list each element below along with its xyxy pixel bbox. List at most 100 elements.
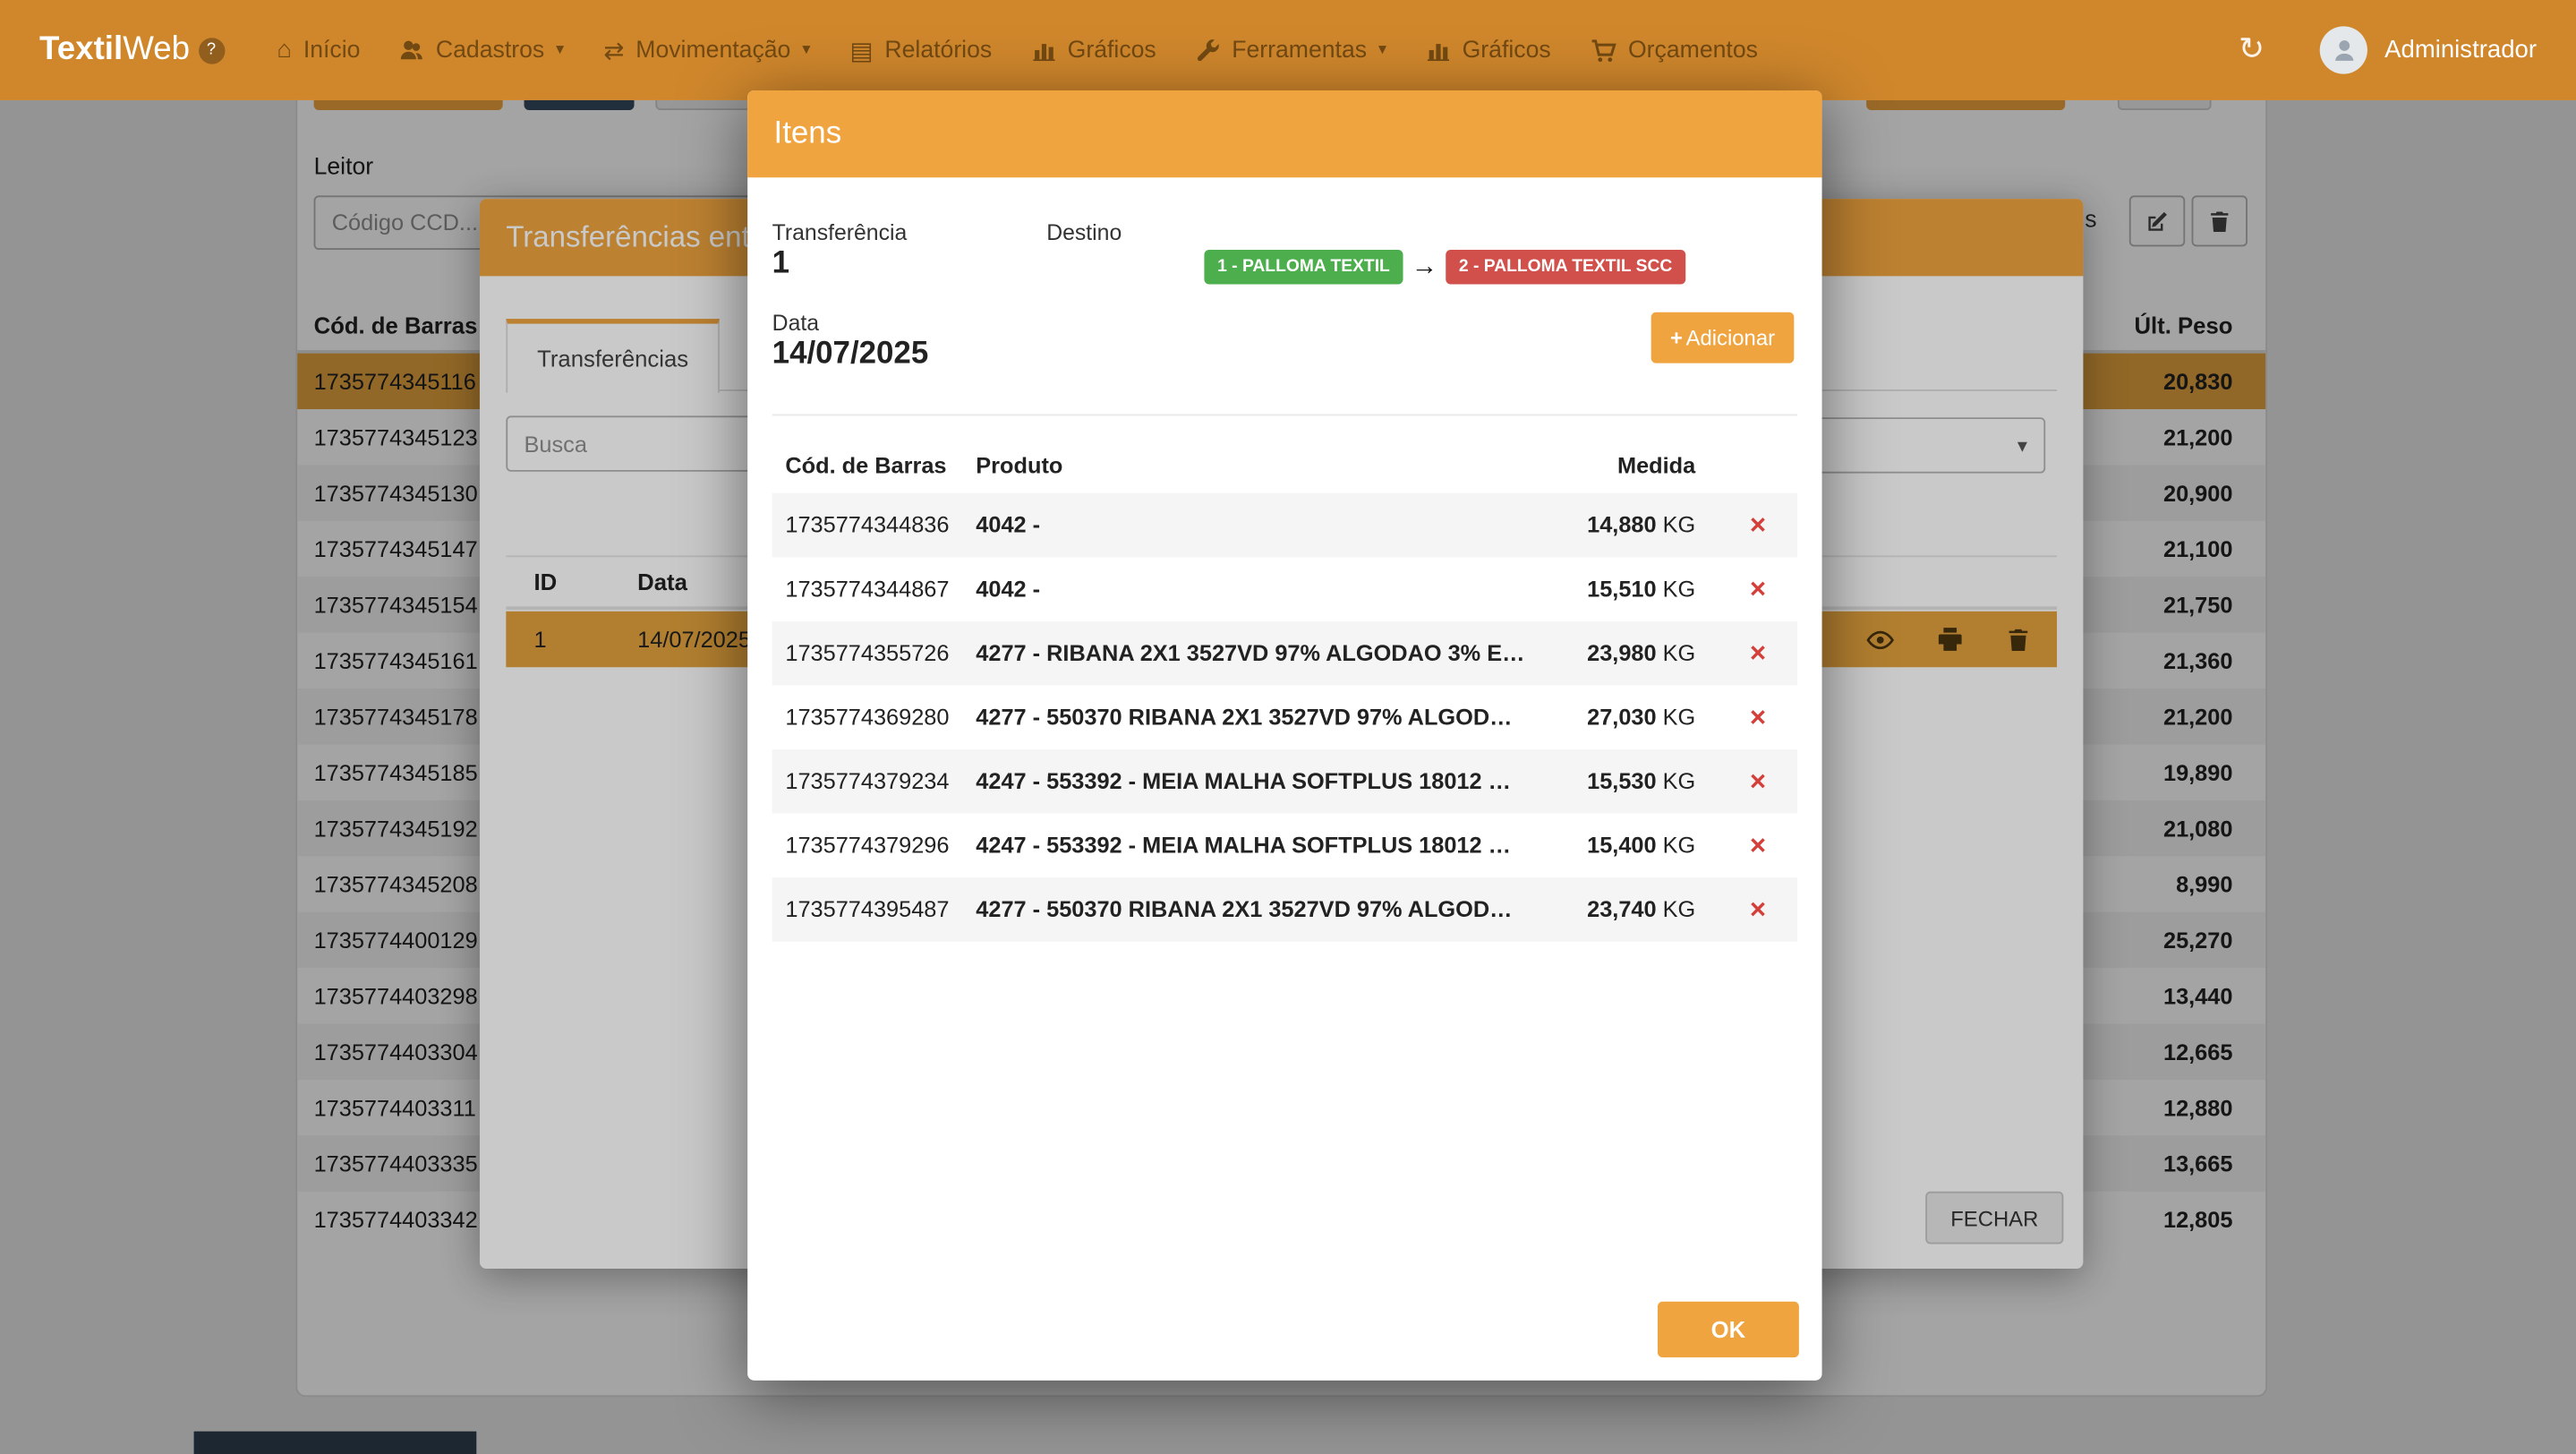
- item-measure: 23,740 KG: [1534, 897, 1719, 922]
- nav-label: Orçamentos: [1628, 37, 1758, 63]
- exchange-icon: ⇄: [603, 35, 624, 64]
- item-actions: ×: [1719, 832, 1797, 860]
- remove-item-button[interactable]: ×: [1750, 637, 1766, 669]
- nav-ferramentas[interactable]: Ferramentas ▾: [1176, 0, 1406, 100]
- origin-badge: 1 - PALLOMA TEXTIL: [1204, 250, 1403, 285]
- nav-label: Gráficos: [1463, 37, 1551, 63]
- brand-bold: Textil: [39, 31, 123, 69]
- item-actions: ×: [1719, 575, 1797, 603]
- item-measure: 23,980 KG: [1534, 641, 1719, 666]
- brand-light: Web: [123, 31, 190, 69]
- item-actions: ×: [1719, 895, 1797, 923]
- item-actions: ×: [1719, 511, 1797, 539]
- nav-orcamentos[interactable]: Orçamentos: [1571, 0, 1778, 100]
- nav-items: ⌂ Início Cadastros ▾ ⇄ Movimentação ▾ ▤ …: [257, 0, 1778, 100]
- item-product: 4247 - 553392 - MEIA MALHA SOFTPLUS 1801…: [976, 834, 1534, 859]
- refresh-icon[interactable]: ↻: [2239, 31, 2265, 69]
- itens-table-body: 17357743448364042 -14,880 KG×17357743448…: [772, 493, 1797, 942]
- item-product: 4277 - RIBANA 2X1 3527VD 97% ALGODAO 3% …: [976, 641, 1534, 666]
- divider: [772, 415, 1797, 416]
- nav-movimentacao[interactable]: ⇄ Movimentação ▾: [584, 0, 830, 100]
- col-cod-barras: Cód. de Barras: [772, 454, 977, 479]
- nav-cadastros[interactable]: Cadastros ▾: [380, 0, 584, 100]
- transfer-route: 1 - PALLOMA TEXTIL → 2 - PALLOMA TEXTIL …: [1204, 250, 1685, 285]
- item-row: 17357743792964247 - 553392 - MEIA MALHA …: [772, 814, 1797, 878]
- item-product: 4277 - 550370 RIBANA 2X1 3527VD 97% ALGO…: [976, 705, 1534, 730]
- nav-graficos-2[interactable]: Gráficos: [1406, 0, 1571, 100]
- item-row: 17357743557264277 - RIBANA 2X1 3527VD 97…: [772, 621, 1797, 686]
- caret-down-icon: ▾: [1378, 41, 1386, 59]
- remove-item-button[interactable]: ×: [1750, 830, 1766, 861]
- nav-label: Início: [303, 37, 361, 63]
- user-icon: [2331, 37, 2357, 63]
- item-row: 17357743792344247 - 553392 - MEIA MALHA …: [772, 749, 1797, 814]
- remove-item-button[interactable]: ×: [1750, 702, 1766, 733]
- caret-down-icon: ▾: [802, 41, 810, 59]
- item-actions: ×: [1719, 767, 1797, 795]
- wrench-icon: [1196, 38, 1221, 63]
- help-icon[interactable]: ?: [198, 37, 224, 63]
- item-barcode: 1735774369280: [772, 705, 977, 730]
- brand-logo[interactable]: TextilWeb ?: [39, 31, 225, 69]
- itens-modal: Itens Transferência 1 Destino 1 - PALLOM…: [747, 90, 1821, 1381]
- remove-item-button[interactable]: ×: [1750, 509, 1766, 541]
- nav-label: Cadastros: [436, 37, 544, 63]
- report-icon: ▤: [849, 35, 873, 64]
- nav-right: ↻ Administrador: [2239, 26, 2537, 73]
- item-row: 17357743692804277 - 550370 RIBANA 2X1 35…: [772, 685, 1797, 749]
- home-icon: ⌂: [277, 36, 292, 64]
- adicionar-button[interactable]: +Adicionar: [1651, 312, 1795, 364]
- nav-label: Relatórios: [884, 37, 992, 63]
- remove-item-button[interactable]: ×: [1750, 894, 1766, 926]
- item-product: 4042 -: [976, 513, 1534, 538]
- item-measure: 27,030 KG: [1534, 705, 1719, 730]
- data-label: Data: [772, 311, 819, 336]
- item-row: 17357743954874277 - 550370 RIBANA 2X1 35…: [772, 877, 1797, 942]
- nav-inicio[interactable]: ⌂ Início: [257, 0, 380, 100]
- nav-graficos-1[interactable]: Gráficos: [1011, 0, 1176, 100]
- item-barcode: 1735774344836: [772, 513, 977, 538]
- destination-badge: 2 - PALLOMA TEXTIL SCC: [1446, 250, 1685, 285]
- itens-table-header: Cód. de Barras Produto Medida: [772, 439, 1797, 493]
- item-measure: 14,880 KG: [1534, 513, 1719, 538]
- bar-chart-icon: [1426, 38, 1451, 63]
- item-measure: 15,400 KG: [1534, 834, 1719, 859]
- item-row: 17357743448364042 -14,880 KG ×: [772, 493, 1797, 558]
- plus-icon: +: [1670, 325, 1683, 350]
- item-measure: 15,530 KG: [1534, 769, 1719, 794]
- remove-item-button[interactable]: ×: [1750, 765, 1766, 797]
- transferencia-label: Transferência: [772, 220, 908, 245]
- col-produto: Produto: [976, 454, 1534, 479]
- nav-relatorios[interactable]: ▤ Relatórios: [830, 0, 1011, 100]
- arrow-right-icon: →: [1412, 252, 1437, 282]
- item-product: 4277 - 550370 RIBANA 2X1 3527VD 97% ALGO…: [976, 897, 1534, 922]
- item-barcode: 1735774379234: [772, 769, 977, 794]
- nav-label: Ferramentas: [1232, 37, 1367, 63]
- item-actions: ×: [1719, 639, 1797, 667]
- user-name: Administrador: [2384, 36, 2537, 64]
- transferencia-value: 1: [772, 246, 789, 282]
- destino-label: Destino: [1046, 220, 1122, 245]
- remove-item-button[interactable]: ×: [1750, 574, 1766, 605]
- users-icon: [400, 38, 425, 63]
- item-barcode: 1735774395487: [772, 897, 977, 922]
- nav-label: Movimentação: [635, 37, 790, 63]
- itens-modal-header: Itens: [747, 90, 1821, 177]
- item-barcode: 1735774344867: [772, 577, 977, 602]
- item-product: 4042 -: [976, 577, 1534, 602]
- caret-down-icon: ▾: [556, 41, 564, 59]
- item-actions: ×: [1719, 704, 1797, 731]
- item-measure: 15,510 KG: [1534, 577, 1719, 602]
- nav-label: Gráficos: [1068, 37, 1156, 63]
- bar-chart-icon: [1031, 38, 1056, 63]
- cart-icon: [1591, 37, 1616, 63]
- item-product: 4247 - 553392 - MEIA MALHA SOFTPLUS 1801…: [976, 769, 1534, 794]
- ok-button[interactable]: OK: [1658, 1302, 1799, 1357]
- data-value: 14/07/2025: [772, 337, 929, 372]
- screen: Leitor s Cód. de Barras Últ. Peso 173577…: [0, 0, 2576, 1454]
- item-row: 17357743448674042 -15,510 KG ×: [772, 557, 1797, 621]
- itens-modal-title: Itens: [774, 115, 842, 151]
- navbar: TextilWeb ? ⌂ Início Cadastros ▾ ⇄ Movim…: [0, 0, 2576, 100]
- adicionar-label: Adicionar: [1686, 325, 1775, 350]
- avatar[interactable]: [2321, 26, 2368, 73]
